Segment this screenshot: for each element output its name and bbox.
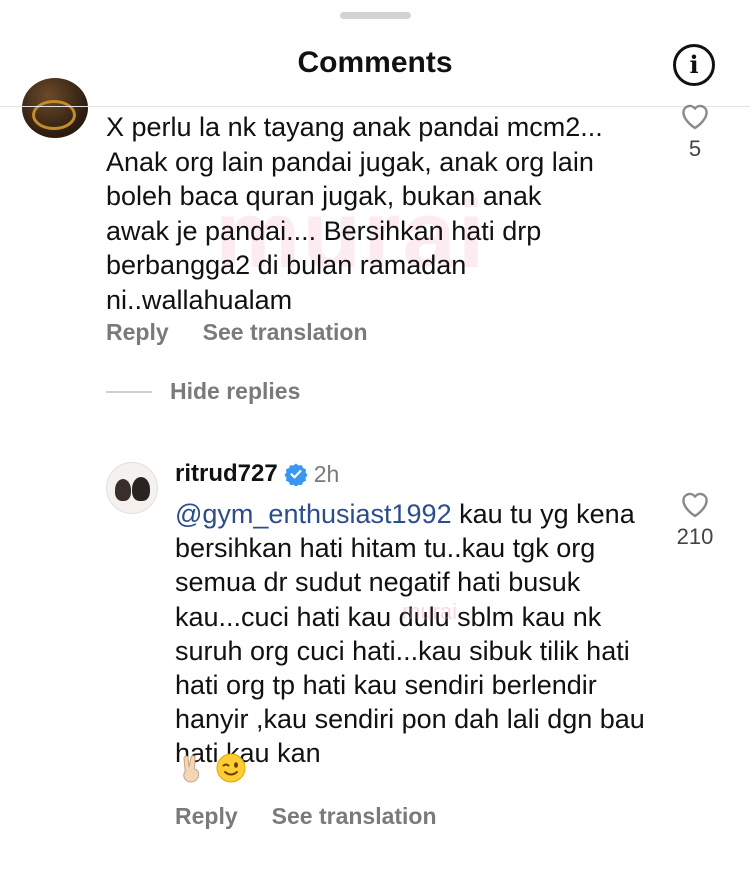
reply-header: ritrud727 2h <box>175 460 339 488</box>
like-count: 5 <box>688 136 702 161</box>
verified-badge-icon <box>284 463 308 486</box>
reply-body: kau tu yg kena bersihkan hati hitam tu..… <box>175 499 645 769</box>
like-count: 210 <box>676 524 714 549</box>
avatar[interactable] <box>22 78 88 138</box>
mention-link[interactable]: @gym_enthusiast1992 <box>175 499 452 529</box>
emoji-row <box>175 752 247 784</box>
header-divider <box>0 106 750 107</box>
comment-text: X perlu la nk tayang anak pandai mcm2...… <box>106 112 603 315</box>
sheet-grab-handle[interactable] <box>340 12 411 19</box>
comments-header: Comments <box>0 28 750 102</box>
see-translation-button[interactable]: See translation <box>203 319 368 346</box>
heart-icon[interactable] <box>678 100 712 130</box>
reply-like[interactable]: 210 <box>665 488 725 550</box>
comment-actions: Reply See translation <box>106 319 368 346</box>
page-title: Comments <box>297 46 453 79</box>
reply-button[interactable]: Reply <box>175 803 238 830</box>
username[interactable]: ritrud727 <box>175 460 278 488</box>
winking-face-emoji <box>216 753 246 783</box>
comment-like[interactable]: 5 <box>665 100 725 162</box>
avatar[interactable] <box>106 462 158 514</box>
timestamp: 2h <box>313 460 340 487</box>
reply-actions: Reply See translation <box>175 803 437 830</box>
victory-hand-emoji <box>183 755 200 783</box>
heart-icon[interactable] <box>678 488 712 518</box>
info-icon[interactable]: i <box>673 44 715 86</box>
see-translation-button[interactable]: See translation <box>272 803 437 830</box>
hide-replies-line <box>106 390 152 393</box>
reply-button[interactable]: Reply <box>106 319 169 346</box>
reply-text: @gym_enthusiast1992 kau tu yg kena bersi… <box>175 497 645 771</box>
hide-replies-label: Hide replies <box>170 378 301 404</box>
hide-replies-toggle[interactable]: Hide replies <box>106 378 300 405</box>
